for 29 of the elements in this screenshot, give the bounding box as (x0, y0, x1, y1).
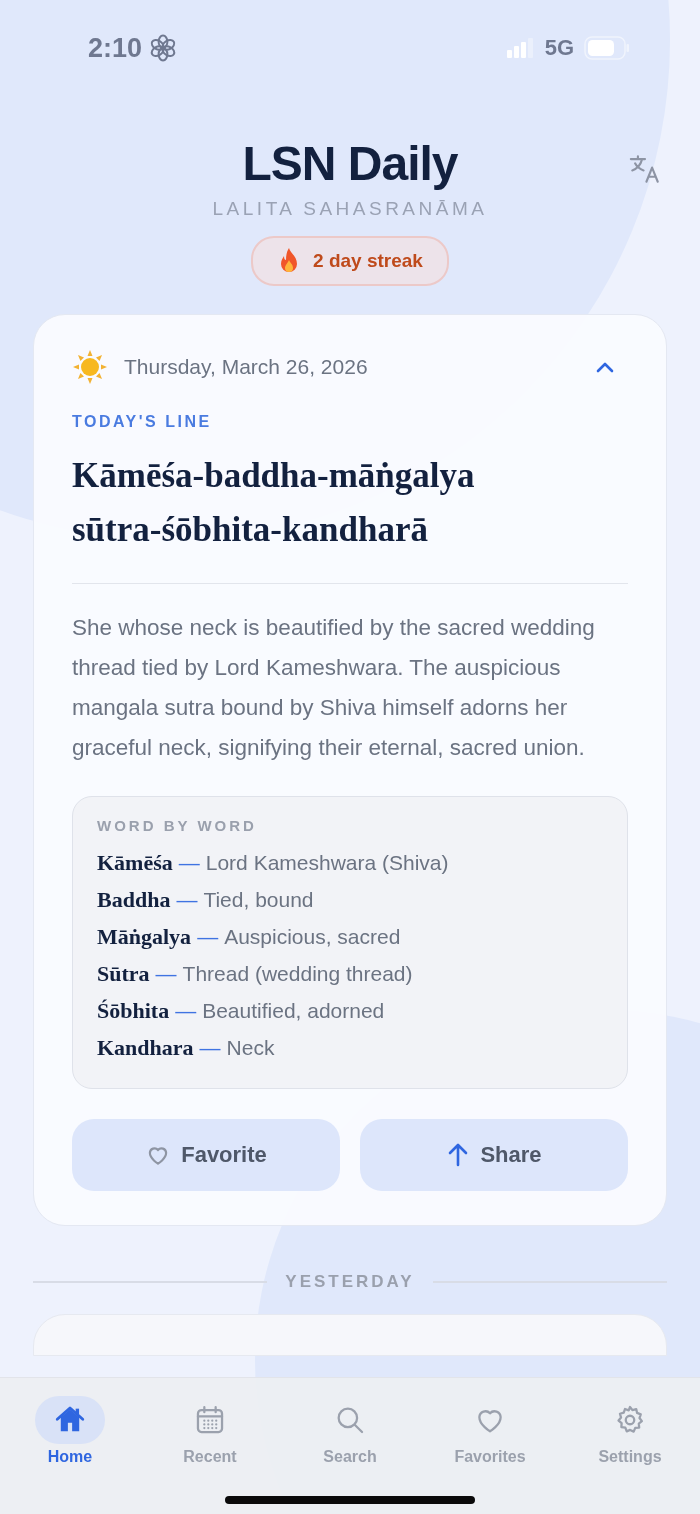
word-gloss: Sūtra — Thread (wedding thread) (97, 960, 414, 988)
word-gloss: Kandhara — Neck (97, 1034, 276, 1062)
tab[interactable]: Favorites (420, 1378, 560, 1514)
status-time: 2:10 (88, 32, 143, 64)
section-label: YESTERDAY (285, 1272, 415, 1292)
word-gloss: Śōbhita — Beautified, adorned (97, 997, 386, 1025)
streak-badge: 2 day streak (251, 236, 449, 286)
share-button[interactable]: Share (360, 1119, 628, 1191)
tab[interactable]: Home (0, 1378, 140, 1514)
tab[interactable]: Settings (560, 1378, 700, 1514)
sun-icon (72, 349, 108, 385)
battery-icon (584, 36, 630, 60)
translate-icon[interactable] (628, 152, 662, 186)
sanskrit-line: Kāmēśa-baddha-māṅgalya sūtra-śōbhita-kandharā (72, 455, 476, 551)
chevron-icon (596, 361, 614, 373)
panel-title: WORD BY WORD (97, 817, 258, 834)
app-subtitle: LALITA SAHASRANĀMA (212, 198, 488, 220)
network-label: 5G (544, 35, 574, 61)
signal-icon (506, 38, 535, 58)
tab[interactable]: Search (280, 1378, 420, 1514)
app-title: LSN Daily (242, 136, 458, 192)
word-gloss: Kāmēśa — Lord Kameshwara (Shiva) (97, 849, 450, 877)
meaning-text: She whose neck is beautified by the sacred wedding thread tied by Lord Kameshwara. The auspicious mangala sutra bound by Shiva himself adorns her graceful neck, signifying their eternal, sacred union. (72, 614, 596, 762)
favorite-button[interactable]: Favorite (72, 1119, 340, 1191)
tab[interactable]: Recent (140, 1378, 280, 1514)
word-gloss: Māṅgalya — Auspicious, sacred (97, 923, 402, 951)
section-label: TODAY'S LINE (72, 413, 213, 431)
date-text: Thursday, March 26, 2026 (124, 355, 368, 379)
word-gloss: Baddha — Tied, bound (97, 886, 315, 914)
